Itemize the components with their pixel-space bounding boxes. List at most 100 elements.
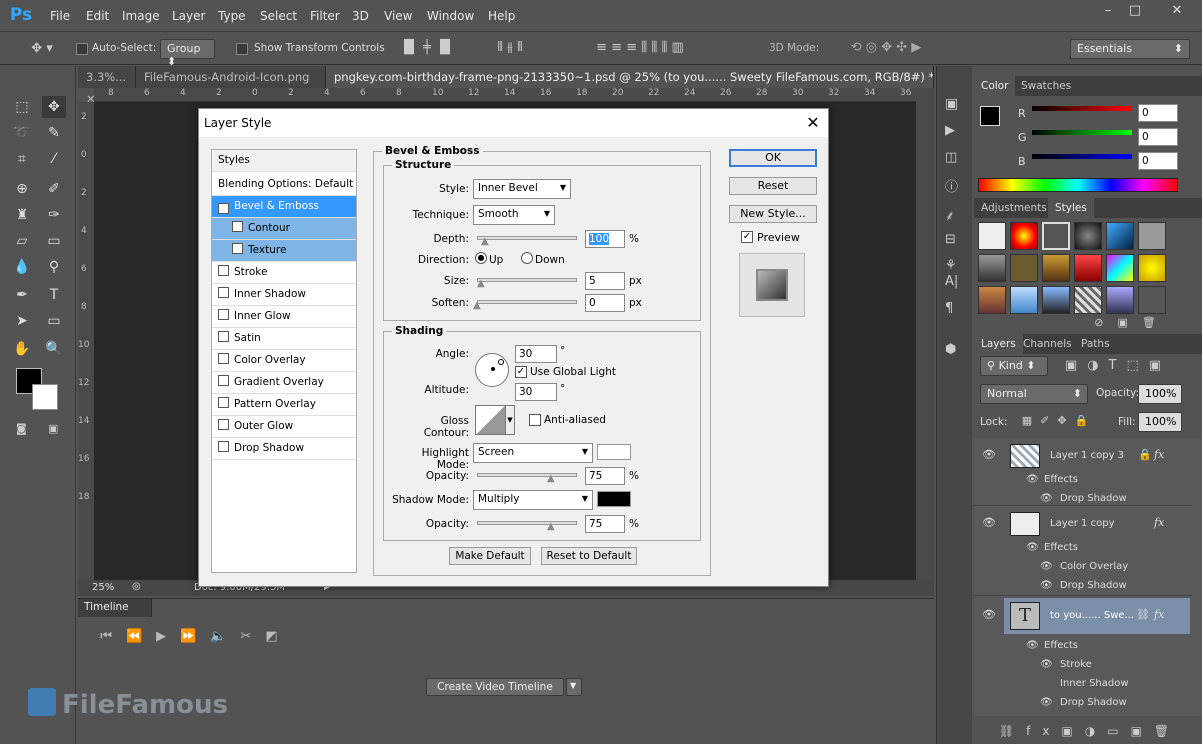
transform-controls-checkbox[interactable] (236, 43, 248, 55)
shadow-opacity-input[interactable]: 75 (585, 515, 625, 533)
shadow-color-swatch[interactable] (597, 491, 631, 507)
size-input[interactable]: 5 (585, 272, 625, 290)
shadow-opacity-slider[interactable] (477, 521, 577, 525)
layer-name[interactable]: Layer 1 copy (1050, 518, 1114, 529)
outer-glow-item[interactable]: Outer Glow (212, 416, 356, 438)
menu-3d[interactable]: 3D (352, 9, 369, 23)
effect-eye-icon[interactable]: 👁 (1040, 493, 1053, 504)
depth-slider-thumb[interactable]: ▲ (481, 237, 491, 247)
style-swatch[interactable] (978, 286, 1006, 314)
soften-input[interactable]: 0 (585, 294, 625, 312)
canvas-scrollbar[interactable] (916, 88, 934, 580)
blending-options-item[interactable]: Blending Options: Default (212, 174, 356, 196)
marquee-tool-icon[interactable]: ⬚ (10, 96, 34, 118)
tab-adjustments[interactable]: Adjustments (974, 198, 1054, 218)
doc-tab[interactable]: FileFamous-Android-Icon.png ✕ (136, 66, 326, 106)
green-value[interactable]: 0 (1138, 128, 1178, 146)
eraser-icon[interactable]: ▱ (10, 230, 34, 252)
layer-name[interactable]: Layer 1 copy 3 (1050, 450, 1124, 461)
status-icon[interactable]: ◎ (132, 581, 141, 592)
bevel-emboss-item[interactable]: ✓ Bevel & Emboss (212, 196, 356, 218)
healing-brush-icon[interactable]: ⊕ (10, 178, 34, 200)
style-swatch[interactable] (1042, 286, 1070, 314)
quick-select-icon[interactable]: ✎ (42, 122, 66, 144)
workspace-dropdown[interactable]: Essentials ⬍ (1070, 39, 1190, 59)
effect-item[interactable]: Color Overlay (1060, 561, 1128, 572)
effect-eye-icon[interactable]: 👁 (1040, 580, 1053, 591)
effect-eye-icon[interactable]: 👁 (1040, 659, 1053, 670)
styles-header[interactable]: Styles (212, 150, 356, 172)
highlight-mode-dropdown[interactable]: Screen ▼ (473, 443, 593, 463)
history-brush-icon[interactable]: ✑ (42, 204, 66, 226)
maximize-icon[interactable]: □ (1124, 4, 1146, 18)
crop-tool-icon[interactable]: ⌗ (10, 148, 34, 170)
chevron-down-icon[interactable]: ▼ (566, 678, 582, 696)
blue-value[interactable]: 0 (1138, 152, 1178, 170)
color-spectrum[interactable] (978, 178, 1178, 192)
blur-tool-icon[interactable]: 💧 (10, 256, 34, 278)
effects-eye-icon[interactable]: 👁 (1026, 474, 1039, 485)
style-swatch[interactable] (1106, 286, 1134, 314)
color-overlay-checkbox[interactable] (218, 353, 229, 364)
bevel-checkbox[interactable]: ✓ (218, 203, 229, 214)
background-color-swatch[interactable] (32, 384, 58, 410)
tab-color[interactable]: Color (974, 76, 1016, 96)
blend-mode-dropdown[interactable]: Normal ⬍ (980, 384, 1088, 404)
technique-dropdown[interactable]: Smooth ▼ (473, 205, 555, 225)
dodge-tool-icon[interactable]: ⚲ (42, 256, 66, 278)
brush-tool-icon[interactable]: ✐ (42, 178, 66, 200)
3d-mode-icons[interactable]: ⟲ ◎ ✥ ✣ ▶ (826, 40, 946, 55)
close-icon[interactable]: ✕ (803, 113, 823, 133)
direction-up-radio[interactable]: ● (475, 252, 487, 264)
preview-checkbox[interactable]: ✓ (741, 231, 753, 243)
fg-color-chip[interactable] (980, 106, 1000, 126)
drop-shadow-item[interactable]: Drop Shadow (212, 438, 356, 460)
layer-item[interactable]: 👁 Layer 1 copy 3 🔒 fx 👁 Effects 👁 Drop S… (974, 440, 1192, 506)
effects-eye-icon[interactable]: 👁 (1026, 542, 1039, 553)
highlight-color-swatch[interactable] (597, 444, 631, 460)
make-default-button[interactable]: Make Default (449, 547, 531, 565)
tab-paths[interactable]: Paths (1074, 334, 1117, 354)
dial-handle[interactable] (498, 359, 504, 365)
menu-edit[interactable]: Edit (86, 9, 109, 23)
layer-filter-icons[interactable]: ▣◑T⬚▣ (1058, 358, 1178, 373)
menu-filter[interactable]: Filter (310, 9, 340, 23)
style-swatch[interactable] (1074, 222, 1102, 250)
texture-item[interactable]: Texture (212, 240, 356, 262)
layer-item[interactable]: 👁 Layer 1 copy fx 👁 Effects 👁 Color Over… (974, 508, 1192, 596)
eye-icon[interactable]: 👁 (982, 448, 996, 461)
styles-footer-icons[interactable]: ⊘▣🗑 (1092, 316, 1172, 329)
red-value[interactable]: 0 (1138, 104, 1178, 122)
move-tool-preset-icon[interactable]: ✥ ▾ (22, 41, 62, 56)
global-light-checkbox[interactable]: ✓ (515, 366, 527, 378)
altitude-input[interactable]: 30 (515, 383, 557, 401)
style-swatch[interactable] (1106, 222, 1134, 250)
clone-stamp-icon[interactable]: ♜ (10, 204, 34, 226)
tab-styles[interactable]: Styles (1048, 198, 1094, 218)
effect-item[interactable]: Drop Shadow (1060, 580, 1127, 591)
pattern-overlay-item[interactable]: Pattern Overlay (212, 394, 356, 416)
satin-item[interactable]: Satin (212, 328, 356, 350)
shape-tool-icon[interactable]: ▭ (42, 310, 66, 332)
clone-source-icon[interactable]: ⚘ (945, 258, 957, 273)
style-swatch[interactable] (1010, 286, 1038, 314)
ok-button[interactable]: OK (729, 149, 817, 167)
gradient-overlay-item[interactable]: Gradient Overlay (212, 372, 356, 394)
inner-glow-checkbox[interactable] (218, 309, 229, 320)
green-slider[interactable] (1032, 130, 1132, 135)
menu-view[interactable]: View (384, 9, 412, 23)
zoom-tool-icon[interactable]: 🔍 (42, 338, 66, 360)
menu-select[interactable]: Select (260, 9, 297, 23)
menu-layer[interactable]: Layer (172, 9, 205, 23)
stroke-item[interactable]: Stroke (212, 262, 356, 284)
eyedropper-icon[interactable]: ⁄ (42, 148, 66, 170)
highlight-opacity-slider[interactable] (477, 473, 577, 477)
character-icon[interactable]: A| (945, 274, 958, 289)
lock-icons[interactable]: ▦✐✥🔒 (1014, 414, 1104, 427)
tab-swatches[interactable]: Swatches (1014, 76, 1078, 96)
style-swatch[interactable] (1106, 254, 1134, 282)
create-video-timeline-button[interactable]: Create Video Timeline (426, 678, 564, 696)
layer-name[interactable]: to you...... Swe... (1050, 610, 1134, 621)
blue-slider[interactable] (1032, 154, 1132, 159)
hand-tool-icon[interactable]: ✋ (10, 338, 34, 360)
